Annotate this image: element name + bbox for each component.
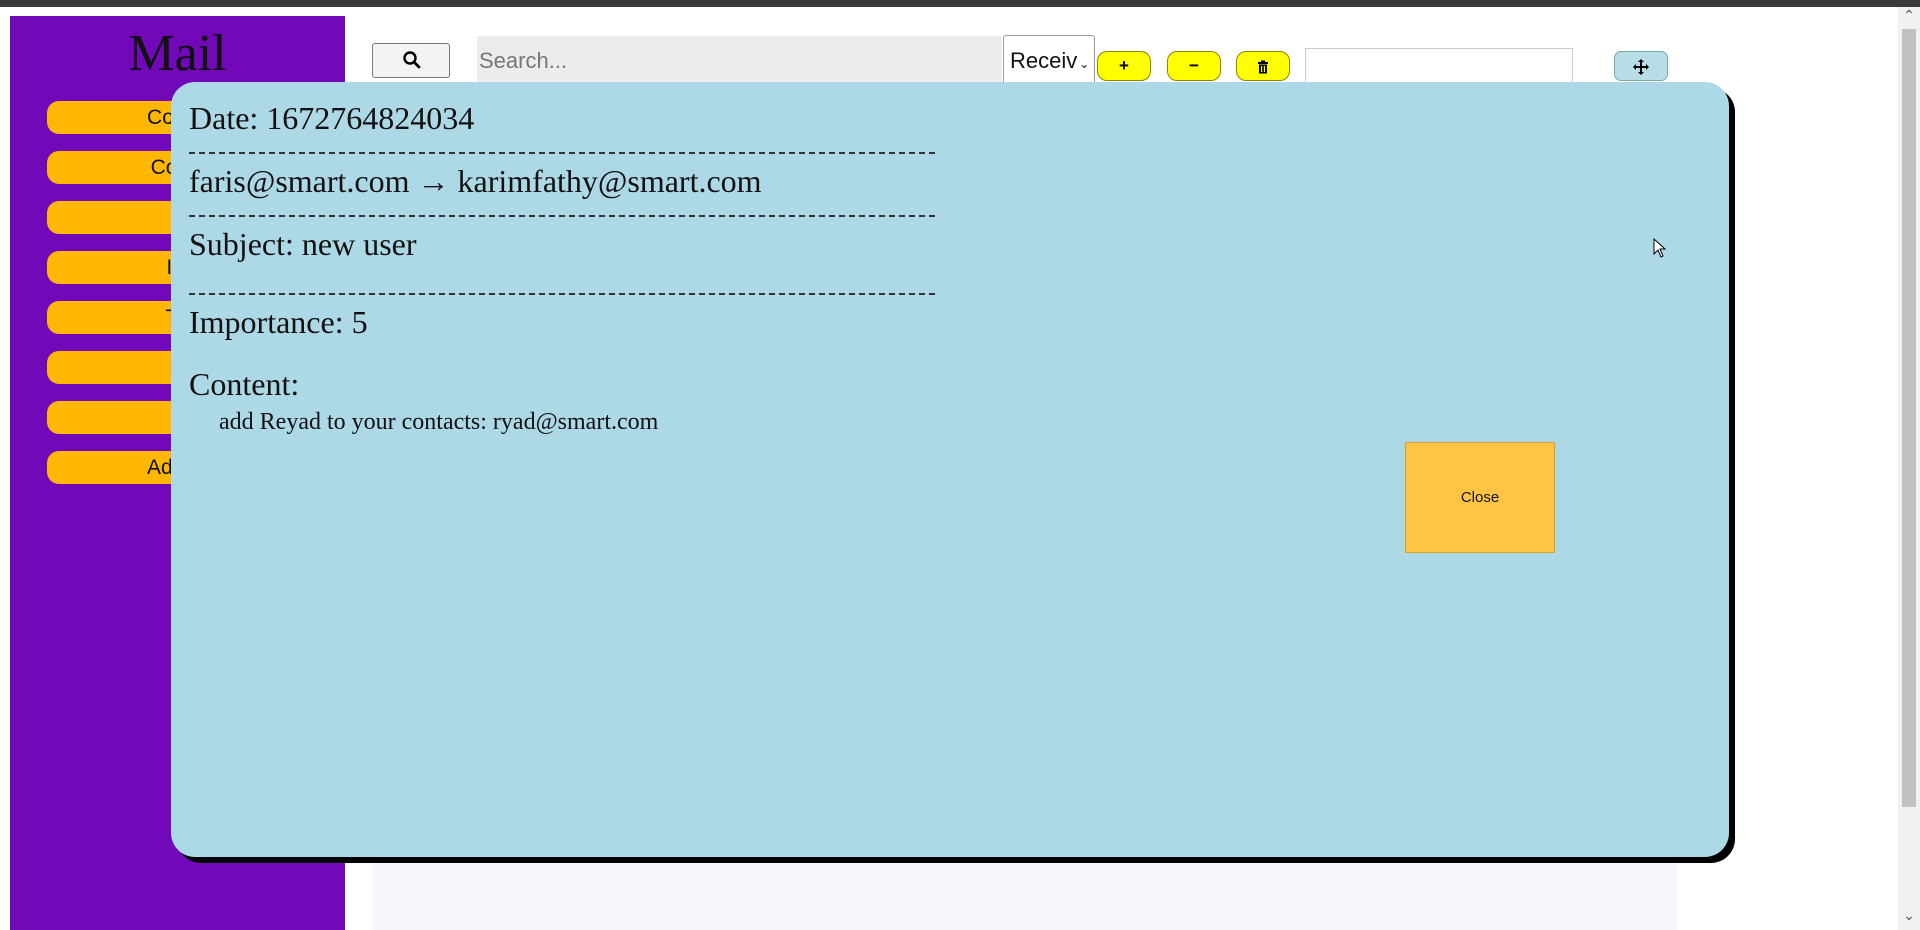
email-detail-modal: Date: 1672764824034 faris@smart.com → ka…	[171, 82, 1729, 857]
separator	[189, 152, 935, 154]
email-content-label: Content:	[189, 366, 300, 402]
scroll-up-icon[interactable]: ⌃	[1898, 7, 1920, 24]
scroll-down-icon[interactable]: ⌄	[1898, 907, 1920, 924]
browser-top-bar	[0, 0, 1920, 7]
email-subject: Subject: new user	[189, 226, 417, 262]
search-input[interactable]	[477, 36, 1002, 86]
trash-icon	[1258, 60, 1268, 74]
remove-button[interactable]: −	[1167, 51, 1221, 81]
app-title: Mail	[128, 25, 227, 82]
search-button[interactable]	[372, 43, 450, 78]
close-button[interactable]: Close	[1405, 442, 1555, 553]
separator	[189, 293, 935, 295]
separator	[189, 215, 935, 217]
scroll-thumb[interactable]	[1902, 29, 1916, 807]
email-content-text: add Reyad to your contacts: ryad@smart.c…	[219, 409, 659, 435]
folder-name-input[interactable]	[1305, 48, 1573, 84]
mouse-cursor-icon	[1653, 238, 1667, 258]
email-importance: Importance: 5	[189, 304, 368, 340]
move-icon	[1633, 58, 1649, 75]
sort-select[interactable]: Receiv ⌄	[1003, 35, 1095, 87]
page-scrollbar[interactable]: ⌃ ⌄	[1898, 7, 1920, 930]
sort-select-value: Receiv	[1010, 48, 1078, 73]
email-from-to: faris@smart.com → karimfathy@smart.com	[189, 163, 762, 199]
move-button[interactable]	[1614, 51, 1668, 81]
search-icon	[403, 51, 421, 69]
delete-button[interactable]	[1236, 51, 1290, 81]
email-date: Date: 1672764824034	[189, 100, 475, 136]
add-button[interactable]: +	[1097, 51, 1151, 81]
chevron-down-icon: ⌄	[1079, 57, 1090, 71]
mail-list-area	[372, 855, 1677, 930]
